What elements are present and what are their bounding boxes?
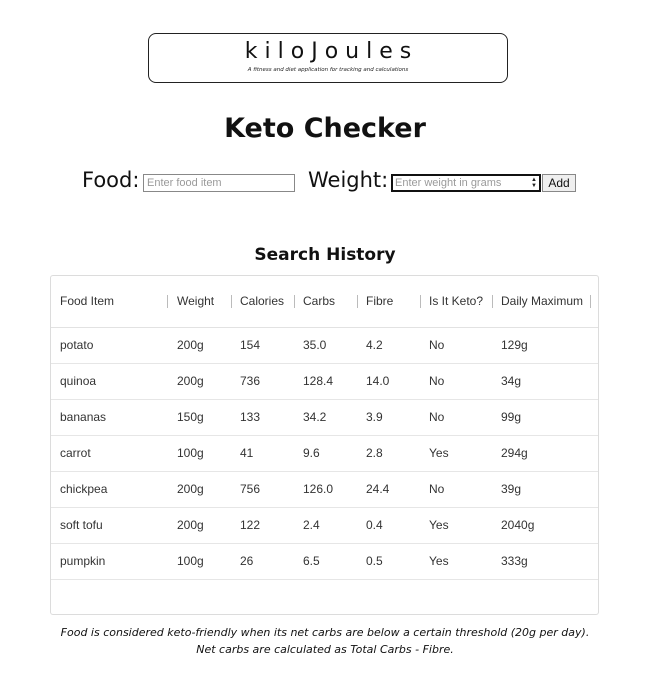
- column-header-calories[interactable]: Calories: [240, 276, 284, 327]
- cell-weight: 150g: [177, 410, 204, 424]
- cell-daily-maximum: 34g: [501, 374, 522, 388]
- cell-daily-maximum: 294g: [501, 446, 528, 460]
- weight-label: Weight:: [308, 168, 389, 192]
- cell-is-keto: No: [429, 410, 445, 424]
- table-row: carrot 100g 41 9.6 2.8 Yes 294g: [51, 436, 598, 472]
- column-divider: [357, 295, 358, 308]
- app-logo: kiloJoules A fitness and diet applicatio…: [148, 33, 508, 83]
- search-history-table: Food Item Weight Calories Carbs Fibre Is…: [50, 275, 599, 615]
- column-divider: [167, 295, 168, 308]
- footnote-line-2: Net carbs are calculated as Total Carbs …: [196, 643, 454, 656]
- cell-calories: 154: [240, 338, 261, 352]
- cell-calories: 756: [240, 482, 261, 496]
- cell-weight: 200g: [177, 482, 204, 496]
- table-row: chickpea 200g 756 126.0 24.4 No 39g: [51, 472, 598, 508]
- cell-daily-maximum: 129g: [501, 338, 528, 352]
- cell-carbs: 128.4: [303, 374, 334, 388]
- cell-calories: 41: [240, 446, 254, 460]
- cell-carbs: 35.0: [303, 338, 327, 352]
- cell-carbs: 9.6: [303, 446, 320, 460]
- column-divider: [590, 295, 591, 308]
- cell-weight: 200g: [177, 338, 204, 352]
- cell-daily-maximum: 99g: [501, 410, 522, 424]
- cell-calories: 122: [240, 518, 261, 532]
- column-divider: [231, 295, 232, 308]
- cell-fibre: 0.4: [366, 518, 383, 532]
- footnote-line-1: Food is considered keto-friendly when it…: [60, 626, 590, 639]
- column-header-carbs[interactable]: Carbs: [303, 276, 335, 327]
- column-header-food-item[interactable]: Food Item: [60, 276, 114, 327]
- weight-stepper-icon[interactable]: ▲ ▼: [530, 177, 538, 189]
- table-row: potato 200g 154 35.0 4.2 No 129g: [51, 328, 598, 364]
- cell-food-item: potato: [60, 338, 94, 352]
- cell-is-keto: Yes: [429, 446, 449, 460]
- weight-input[interactable]: [391, 174, 541, 192]
- cell-is-keto: No: [429, 374, 445, 388]
- cell-food-item: bananas: [60, 410, 107, 424]
- cell-is-keto: No: [429, 338, 445, 352]
- cell-food-item: pumpkin: [60, 554, 106, 568]
- column-divider: [294, 295, 295, 308]
- cell-daily-maximum: 39g: [501, 482, 522, 496]
- column-divider: [492, 295, 493, 308]
- cell-fibre: 24.4: [366, 482, 390, 496]
- cell-fibre: 3.9: [366, 410, 383, 424]
- column-header-fibre[interactable]: Fibre: [366, 276, 393, 327]
- cell-is-keto: Yes: [429, 518, 449, 532]
- table-row: pumpkin 100g 26 6.5 0.5 Yes 333g: [51, 544, 598, 580]
- column-divider: [420, 295, 421, 308]
- cell-weight: 200g: [177, 518, 204, 532]
- cell-weight: 100g: [177, 554, 204, 568]
- cell-daily-maximum: 333g: [501, 554, 528, 568]
- cell-fibre: 0.5: [366, 554, 383, 568]
- add-button[interactable]: Add: [542, 174, 576, 192]
- cell-carbs: 126.0: [303, 482, 334, 496]
- cell-calories: 133: [240, 410, 261, 424]
- cell-calories: 26: [240, 554, 254, 568]
- cell-weight: 200g: [177, 374, 204, 388]
- cell-food-item: soft tofu: [60, 518, 103, 532]
- table-row: bananas 150g 133 34.2 3.9 No 99g: [51, 400, 598, 436]
- cell-is-keto: Yes: [429, 554, 449, 568]
- cell-weight: 100g: [177, 446, 204, 460]
- table-header: Food Item Weight Calories Carbs Fibre Is…: [51, 276, 598, 328]
- cell-carbs: 6.5: [303, 554, 320, 568]
- column-header-is-it-keto[interactable]: Is It Keto?: [429, 276, 483, 327]
- cell-food-item: chickpea: [60, 482, 108, 496]
- logo-tagline: A fitness and diet application for track…: [247, 67, 409, 73]
- cell-is-keto: No: [429, 482, 445, 496]
- logo-title: kiloJoules: [244, 39, 419, 64]
- cell-fibre: 14.0: [366, 374, 390, 388]
- cell-daily-maximum: 2040g: [501, 518, 535, 532]
- cell-fibre: 2.8: [366, 446, 383, 460]
- column-header-weight[interactable]: Weight: [177, 276, 214, 327]
- add-food-form: Food: Weight: ▲▼ Add: [0, 166, 650, 196]
- page-title: Keto Checker: [224, 113, 426, 144]
- table-row: quinoa 200g 736 128.4 14.0 No 34g: [51, 364, 598, 400]
- search-history-title: Search History: [254, 245, 396, 265]
- column-header-daily-maximum[interactable]: Daily Maximum: [501, 276, 583, 327]
- food-input[interactable]: [143, 174, 295, 192]
- cell-food-item: carrot: [60, 446, 91, 460]
- food-label: Food:: [82, 168, 140, 192]
- keto-footnote: Food is considered keto-friendly when it…: [0, 624, 650, 658]
- cell-calories: 736: [240, 374, 261, 388]
- table-row: soft tofu 200g 122 2.4 0.4 Yes 2040g: [51, 508, 598, 544]
- cell-carbs: 2.4: [303, 518, 320, 532]
- cell-food-item: quinoa: [60, 374, 97, 388]
- cell-fibre: 4.2: [366, 338, 383, 352]
- cell-carbs: 34.2: [303, 410, 327, 424]
